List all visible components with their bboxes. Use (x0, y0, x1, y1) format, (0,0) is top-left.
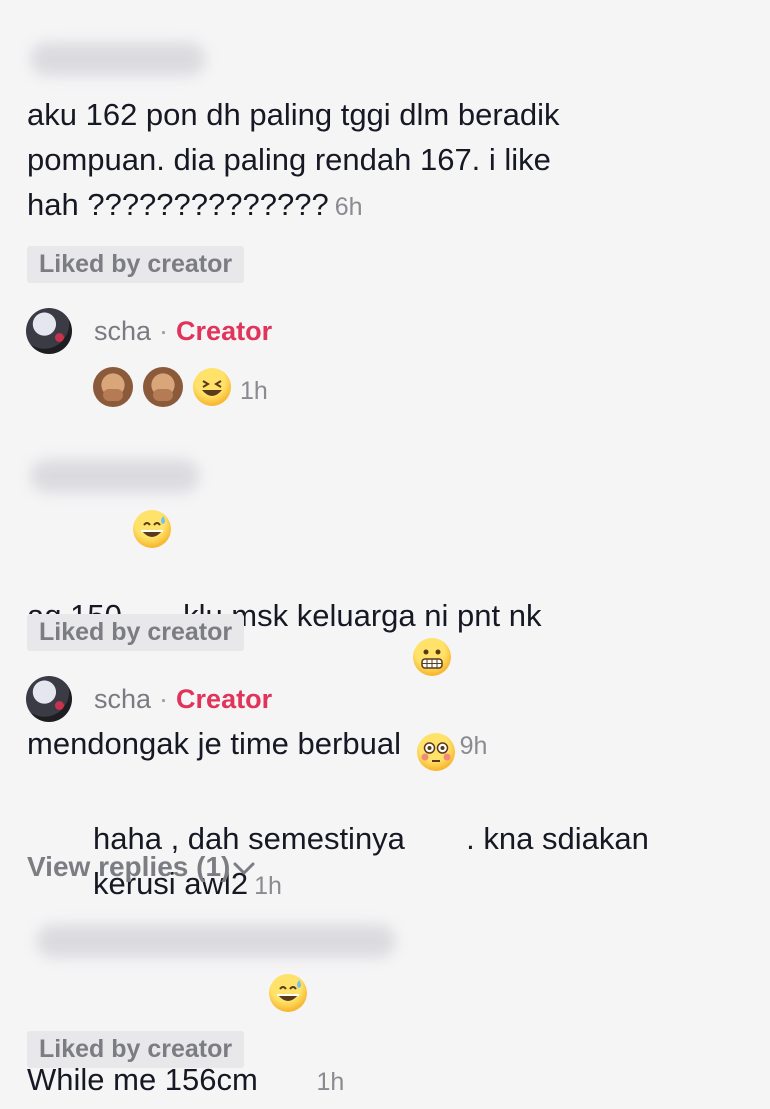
reply-author-name[interactable]: scha (94, 684, 151, 714)
chevron-down-icon (233, 862, 255, 875)
see-no-evil-monkey-icon (93, 367, 133, 407)
comment-timestamp: 6h (334, 193, 363, 221)
blurred-username[interactable] (30, 42, 206, 76)
blurred-username[interactable] (30, 459, 200, 493)
creator-badge: Creator (176, 316, 273, 346)
flushed-face-icon (416, 733, 455, 771)
view-replies-button[interactable]: View replies (1) (27, 850, 256, 884)
see-no-evil-monkey-icon (143, 367, 183, 407)
liked-by-creator-badge: Liked by creator (27, 246, 245, 283)
grimacing-face-icon (412, 638, 451, 676)
reply-text: 1h (93, 366, 743, 414)
reply-author-name[interactable]: scha (94, 316, 151, 346)
grinning-sweat-icon (269, 974, 308, 1012)
comment-text: aku 162 pon dh paling tggi dlm beradik p… (27, 97, 560, 222)
liked-by-creator-badge: Liked by creator (27, 614, 245, 651)
reply-timestamp: 1h (254, 872, 282, 900)
grinning-squinting-face-icon (193, 368, 231, 406)
blurred-username[interactable] (36, 924, 396, 958)
reply-timestamp: 1h (240, 377, 268, 405)
reply-author-line: scha · Creator (94, 684, 273, 714)
avatar[interactable] (26, 676, 72, 722)
avatar[interactable] (26, 308, 72, 354)
liked-by-creator-badge: Liked by creator (27, 1031, 245, 1068)
grinning-sweat-icon (133, 510, 172, 548)
creator-badge: Creator (176, 684, 273, 714)
reply-author-line: scha · Creator (94, 316, 273, 346)
comment-timestamp: 1h (316, 1068, 345, 1096)
